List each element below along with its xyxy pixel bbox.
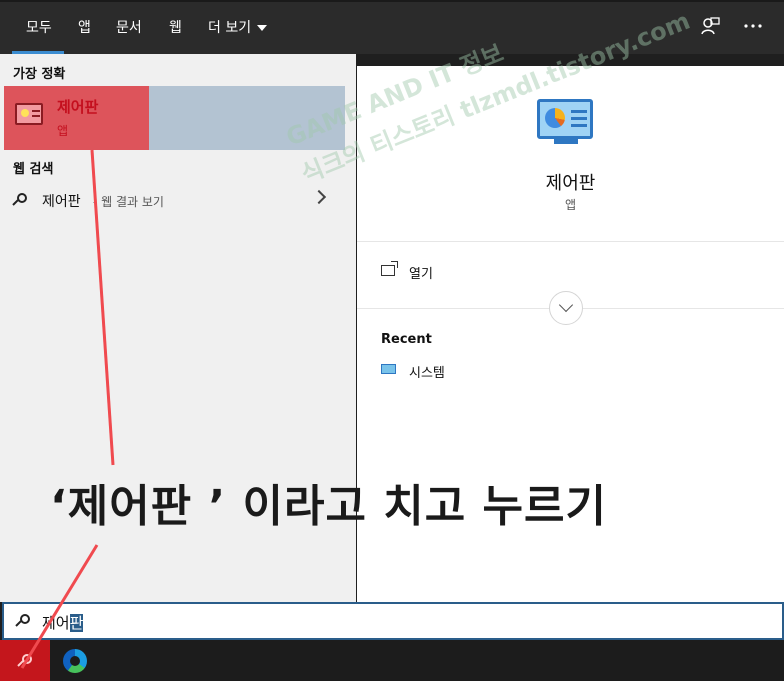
arrow-line-lower [20,544,99,669]
annotation-arrows [20,149,115,669]
arrow-line-upper [90,149,115,466]
